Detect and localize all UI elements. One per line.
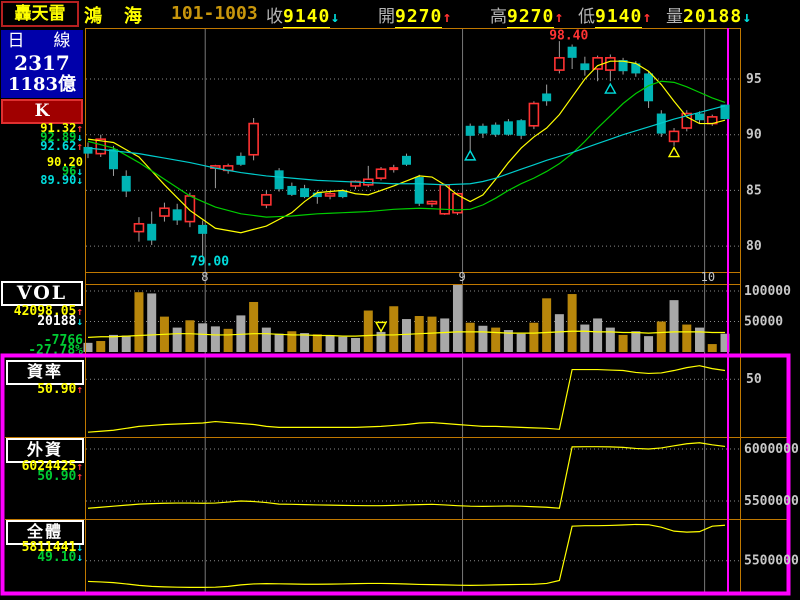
svg-text:6000000: 6000000 — [744, 442, 799, 457]
svg-text:79.00: 79.00 — [190, 255, 229, 270]
svg-text:90: 90 — [746, 128, 762, 143]
svg-text:100000: 100000 — [744, 284, 791, 299]
stock-chart-app: 轟天雷 鴻 海 101-1003 收9140↓開9270↑高9270↑低9140… — [0, 0, 800, 600]
svg-text:80: 80 — [746, 239, 762, 254]
candlestick-panel: 98.40 79.00 95 90 85 80 100000 50000 50 6000000 55… — [3, 28, 799, 594]
svg-text:8: 8 — [201, 270, 208, 284]
svg-text:10: 10 — [701, 270, 715, 284]
svg-text:9: 9 — [459, 270, 466, 284]
svg-text:5500000: 5500000 — [744, 554, 799, 569]
svg-text:50000: 50000 — [744, 315, 783, 330]
svg-text:95: 95 — [746, 72, 762, 87]
svg-text:98.40: 98.40 — [549, 28, 588, 43]
chart-svg[interactable]: 98.40 79.00 95 90 85 80 100000 50000 50 6000000 55… — [0, 0, 800, 600]
svg-text:50: 50 — [746, 372, 762, 387]
svg-text:5500000: 5500000 — [744, 494, 799, 509]
svg-text:85: 85 — [746, 183, 762, 198]
